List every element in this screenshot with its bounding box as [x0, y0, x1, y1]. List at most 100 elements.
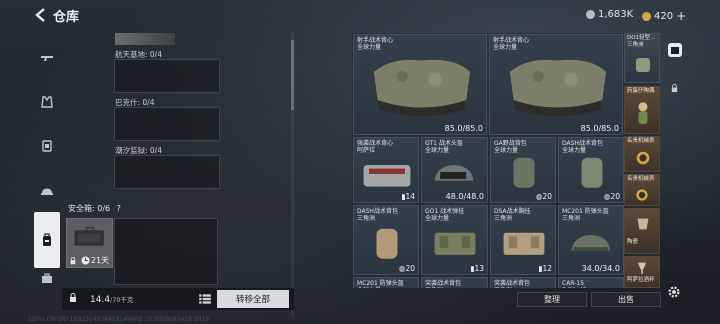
vest-item-icon	[509, 59, 607, 117]
weight-unit: /70千克	[110, 296, 134, 304]
left-scroll-thumb[interactable]	[291, 40, 294, 110]
item-durability: 85.0/85.0	[444, 124, 483, 133]
weight-value: 14.4	[90, 295, 111, 305]
stash-item[interactable]: 突袭战术背包 三角洲	[421, 277, 488, 288]
organize-button[interactable]: 整理	[517, 292, 587, 307]
currency-b-value: 420	[654, 10, 674, 22]
slot-row[interactable]	[114, 107, 220, 141]
rail-weapons[interactable]	[34, 38, 60, 78]
status-line: 52ms CN UID 1892304039418149402 10 20260…	[28, 316, 210, 323]
backpack-item-icon	[376, 228, 398, 259]
stash-item[interactable]: DASH战术背包 三角洲 ◍20	[353, 205, 419, 275]
stash-item[interactable]: DSA战术胸挂 三角洲 ▮12	[490, 205, 556, 275]
item-durability: 85.0/85.0	[580, 124, 619, 133]
back-arrow-icon[interactable]	[34, 8, 48, 22]
item-name: MC201 防弹头盔 三角洲	[562, 208, 609, 222]
item-name: 射手战术背心 全球力量	[357, 37, 394, 51]
slot-row[interactable]	[114, 59, 220, 93]
side-item[interactable]: 名贵机械表	[624, 136, 660, 172]
helmet-icon	[41, 188, 53, 195]
stash-item[interactable]: 射手战术背心 全球力量 85.0/85.0	[489, 34, 623, 135]
vest-icon	[41, 96, 53, 108]
weight-lock-icon	[70, 293, 76, 302]
item-count: ▮12	[538, 264, 552, 273]
item-name: GT1 战术头盔 全球力量	[425, 140, 463, 154]
clock-icon	[81, 256, 90, 265]
stash-item[interactable]: MC201 防弹头盔 全球力量	[353, 277, 419, 288]
item-name: DSA战术胸挂 三角洲	[494, 208, 531, 222]
side-item[interactable]: DO1轻型... 三角洲	[624, 33, 660, 83]
armor-icon	[42, 140, 52, 152]
item-durability: 34.0/34.0	[581, 264, 620, 273]
list-icon[interactable]	[198, 292, 212, 306]
stash-item[interactable]: MC201 防弹头盔 三角洲 34.0/34.0	[558, 205, 624, 275]
stash-item[interactable]: GA野战背包 全球力量 ◍20	[490, 137, 556, 203]
item-name: CAR-15 5.56x45mm	[562, 280, 598, 288]
backpack-item-icon	[513, 157, 535, 188]
safe-box-grid[interactable]	[114, 218, 218, 285]
lock-icon	[70, 257, 76, 265]
figurine-icon	[638, 102, 648, 124]
stash-item[interactable]: 突袭战术背包 三角洲	[490, 277, 556, 288]
item-name: 突袭战术背包 三角洲	[425, 280, 462, 288]
rail-case[interactable]	[34, 258, 60, 298]
lock-tab-icon[interactable]	[670, 84, 679, 93]
slot-row[interactable]	[114, 155, 220, 189]
helmet-item-icon	[434, 165, 474, 181]
watch-icon	[636, 189, 648, 201]
stash-item[interactable]: 强袭战术背心 阿萨拉 ▮14	[353, 137, 419, 203]
page-title: 仓库	[53, 10, 80, 25]
backpack-icon	[43, 233, 51, 246]
item-name: 药蛋仔陶偶	[627, 88, 655, 94]
item-name: 突袭战术背包 三角洲	[494, 280, 531, 288]
top-bar: 仓库 1,683K 420 +	[0, 0, 720, 30]
rail-vest[interactable]	[34, 82, 60, 122]
safe-case-icon	[74, 226, 104, 246]
sell-button[interactable]: 出售	[591, 292, 661, 307]
currency-a: 1,683K	[586, 9, 633, 20]
add-currency-button[interactable]: +	[676, 9, 686, 23]
item-count: ◍20	[603, 192, 620, 201]
currency-b[interactable]: 420 +	[642, 9, 686, 23]
item-durability: 48.0/48.0	[445, 192, 484, 201]
weight-readout: 14.4/70千克	[90, 294, 134, 305]
rail-helmet[interactable]	[34, 170, 60, 210]
chest-rig-item-icon	[503, 232, 545, 255]
gear-icon[interactable]	[667, 285, 681, 299]
top-slot-image	[115, 33, 175, 45]
storage-tab-icon[interactable]	[667, 42, 683, 58]
gun-icon	[41, 56, 53, 61]
vest-item-icon	[373, 59, 471, 117]
item-name: 名贵机械表	[627, 176, 655, 182]
item-name: DO1轻型... 三角洲	[627, 35, 656, 48]
side-item[interactable]: 陶瓷	[624, 208, 660, 254]
item-name: 名贵机械表	[627, 138, 655, 144]
bag-item-icon	[636, 58, 650, 72]
stash-item[interactable]: GT1 战术头盔 全球力量 48.0/48.0	[421, 137, 488, 203]
side-item[interactable]: 名贵机械表	[624, 174, 660, 206]
silver-coin-icon	[586, 10, 595, 19]
safe-box-label: 安全箱: 0/6 ?	[68, 204, 121, 213]
item-count: ◍20	[398, 264, 415, 273]
side-item[interactable]: 药蛋仔陶偶	[624, 86, 660, 134]
stash-item[interactable]: 射手战术背心 全球力量 85.0/85.0	[353, 34, 487, 135]
briefcase-icon	[42, 273, 52, 283]
help-icon[interactable]: ?	[117, 204, 121, 213]
item-count: ▮13	[470, 264, 484, 273]
chest-rig-item-icon	[434, 232, 476, 255]
side-item[interactable]: 阿萨拉酒杯	[624, 256, 660, 288]
stash-item[interactable]: CAR-15 5.56x45mm	[558, 277, 624, 288]
stash-item[interactable]: GO1 战术弹挂 全球力量 ▮13	[421, 205, 488, 275]
gold-coin-icon	[642, 11, 651, 21]
stash-item[interactable]: DASH战术背包 全球力量 ◍20	[558, 137, 624, 203]
item-name: 阿萨拉酒杯	[627, 277, 655, 283]
rail-armor[interactable]	[34, 126, 60, 166]
item-name: GO1 战术弹挂 全球力量	[425, 208, 465, 222]
backpack-item-icon	[581, 157, 603, 188]
safe-item-time: 21天	[91, 256, 110, 265]
item-name: 射手战术背心 全球力量	[493, 37, 530, 51]
safe-box-item[interactable]: 21天	[66, 218, 113, 268]
transfer-all-button[interactable]: 转移全部	[217, 290, 289, 308]
item-count: ◍20	[535, 192, 552, 201]
watch-icon	[636, 151, 650, 165]
